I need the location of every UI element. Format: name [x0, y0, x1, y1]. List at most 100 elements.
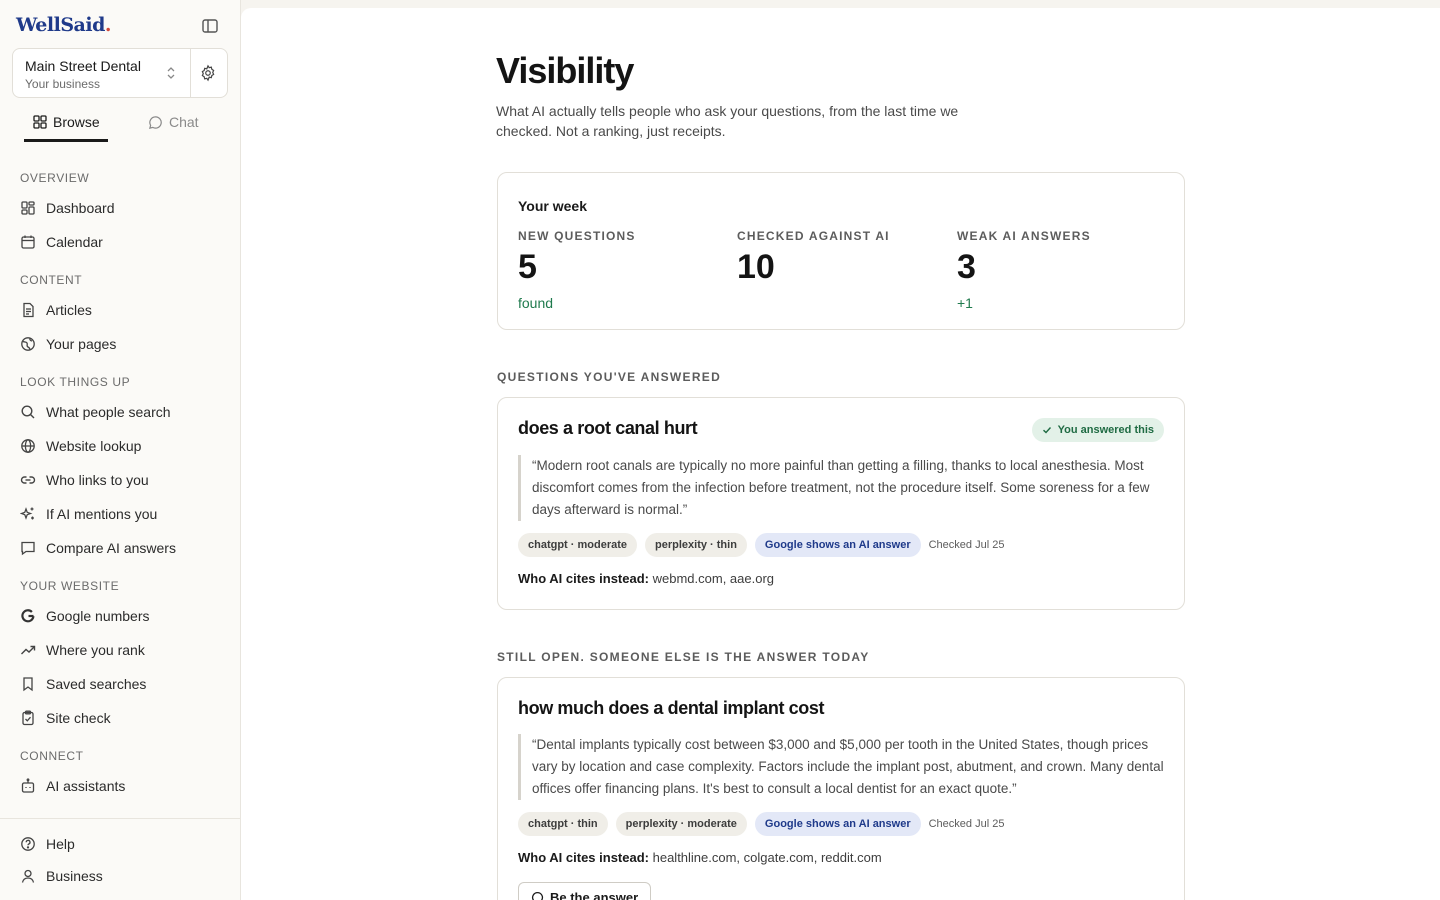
sidebar-item-website-lookup[interactable]: Website lookup — [20, 433, 220, 459]
cites-label: Who AI cites instead: — [518, 850, 649, 865]
view-tabs: Browse Chat — [24, 110, 224, 142]
brand-logo[interactable]: WellSaid. — [16, 14, 111, 36]
section-your-website: YOUR WEBSITE — [20, 579, 120, 593]
week-title: Your week — [518, 198, 587, 214]
sidebar-item-if-ai-mentions-you[interactable]: If AI mentions you — [20, 501, 220, 527]
settings-gear-icon[interactable] — [199, 64, 217, 82]
chip-google-ai: Google shows an AI answer — [754, 533, 921, 557]
tab-browse-label: Browse — [53, 114, 100, 130]
grid-icon — [33, 115, 47, 129]
cites-instead: Who AI cites instead: webmd.com, aae.org — [518, 571, 774, 586]
chat-bubble-icon — [149, 116, 162, 129]
question-card-open[interactable]: how much does a dental implant cost “Den… — [497, 677, 1185, 900]
user-icon — [21, 869, 35, 883]
sidebar-item-site-check[interactable]: Site check — [20, 705, 220, 731]
dashboard-icon — [21, 201, 35, 215]
sidebar-item-label: Your pages — [46, 336, 117, 352]
chat-icon — [21, 541, 35, 556]
answered-badge-label: You answered this — [1057, 424, 1154, 436]
business-select[interactable]: Main Street Dental Your business — [13, 49, 191, 97]
chat-bubble-icon — [532, 891, 544, 900]
stat-note: found — [518, 295, 554, 311]
stat-new-questions: NEW QUESTIONS 5 found — [518, 229, 718, 311]
business-name: Main Street Dental — [25, 58, 141, 74]
chip-chatgpt: chatgpt · moderate — [518, 533, 638, 557]
check-icon — [1042, 427, 1051, 434]
question-card-answered[interactable]: does a root canal hurt You answered this… — [497, 397, 1185, 610]
sidebar-item-dashboard[interactable]: Dashboard — [20, 195, 220, 221]
sidebar: WellSaid. Main Street Dental Your busine… — [0, 0, 241, 900]
stat-value: 5 — [518, 248, 537, 286]
sidebar-item-label: Articles — [46, 302, 92, 318]
cites-domains: healthline.com, colgate.com, reddit.com — [652, 850, 882, 865]
chevron-updown-icon — [167, 67, 175, 79]
ai-source-chips: chatgpt · moderate perplexity · thin Goo… — [518, 533, 1004, 557]
sidebar-item-ai-assistants[interactable]: AI assistants — [20, 773, 220, 799]
sidebar-item-label: Saved searches — [46, 676, 147, 692]
checked-date: Checked Jul 25 — [928, 818, 1005, 830]
stat-label: NEW QUESTIONS — [518, 229, 636, 243]
globe-icon — [21, 337, 35, 351]
bot-icon — [21, 778, 35, 793]
link-icon — [20, 476, 36, 484]
stat-checked-against-ai: CHECKED AGAINST AI 10 — [737, 229, 937, 287]
question-title: does a root canal hurt — [518, 418, 698, 438]
ai-answer-quote: “Modern root canals are typically no mor… — [518, 455, 1166, 521]
chip-perplexity: perplexity · thin — [645, 533, 747, 557]
sidebar-item-label: Who links to you — [46, 472, 149, 488]
main-content: Visibility What AI actually tells people… — [241, 8, 1440, 900]
cites-domains: webmd.com, aae.org — [652, 571, 775, 586]
sidebar-item-label: Site check — [46, 710, 111, 726]
tab-chat-label: Chat — [169, 114, 199, 130]
sidebar-item-articles[interactable]: Articles — [20, 297, 220, 323]
clipboard-check-icon — [22, 710, 34, 726]
sidebar-item-who-links-to-you[interactable]: Who links to you — [20, 467, 220, 493]
sidebar-item-where-you-rank[interactable]: Where you rank — [20, 637, 220, 663]
section-overview: OVERVIEW — [20, 171, 90, 185]
sidebar-item-label: Google numbers — [46, 608, 150, 624]
answered-section-header: QUESTIONS YOU'VE ANSWERED — [497, 370, 722, 384]
answered-badge: You answered this — [1031, 418, 1164, 442]
sidebar-item-label: Compare AI answers — [46, 540, 176, 556]
sidebar-item-compare-ai-answers[interactable]: Compare AI answers — [20, 535, 220, 561]
sidebar-item-your-pages[interactable]: Your pages — [20, 331, 220, 357]
sidebar-item-label: Business — [46, 868, 103, 884]
section-look-things-up: LOOK THINGS UP — [20, 375, 131, 389]
chip-chatgpt: chatgpt · thin — [518, 812, 608, 836]
sidebar-item-label: AI assistants — [46, 778, 126, 794]
checked-date: Checked Jul 25 — [928, 539, 1005, 551]
globe-icon — [21, 439, 35, 453]
calendar-icon — [21, 235, 35, 249]
sidebar-item-calendar[interactable]: Calendar — [20, 229, 220, 255]
cites-label: Who AI cites instead: — [518, 571, 649, 586]
sidebar-item-label: If AI mentions you — [46, 506, 158, 522]
open-section-header: STILL OPEN. SOMEONE ELSE IS THE ANSWER T… — [497, 650, 870, 664]
tab-browse[interactable]: Browse — [24, 110, 108, 142]
sidebar-item-saved-searches[interactable]: Saved searches — [20, 671, 220, 697]
sidebar-item-help[interactable]: Help — [20, 831, 220, 857]
sidebar-toggle-icon[interactable] — [201, 17, 219, 35]
stat-value: 10 — [737, 248, 775, 286]
sidebar-item-label: Help — [46, 836, 75, 852]
be-the-answer-button[interactable]: Be the answer — [518, 882, 652, 900]
stat-note: +1 — [957, 295, 973, 311]
tab-chat[interactable]: Chat — [148, 110, 199, 142]
business-switcher: Main Street Dental Your business — [12, 48, 228, 98]
stat-value: 3 — [957, 248, 976, 286]
section-content: CONTENT — [20, 273, 83, 287]
sidebar-item-business[interactable]: Business — [20, 863, 220, 889]
business-subtitle: Your business — [25, 77, 100, 91]
help-icon — [21, 837, 35, 851]
search-icon — [21, 405, 35, 419]
ai-answer-quote: “Dental implants typically cost between … — [518, 734, 1166, 800]
document-icon — [23, 302, 34, 318]
chip-perplexity: perplexity · moderate — [615, 812, 747, 836]
be-the-answer-label: Be the answer — [550, 889, 639, 900]
stat-label: CHECKED AGAINST AI — [737, 229, 890, 243]
question-title: how much does a dental implant cost — [518, 698, 825, 718]
sidebar-item-google-numbers[interactable]: Google numbers — [20, 603, 220, 629]
section-connect: CONNECT — [20, 749, 84, 763]
stat-weak-ai-answers: WEAK AI ANSWERS 3 +1 — [957, 229, 1157, 311]
sidebar-item-what-people-search[interactable]: What people search — [20, 399, 220, 425]
week-summary-card: Your week NEW QUESTIONS 5 found CHECKED … — [497, 172, 1185, 330]
